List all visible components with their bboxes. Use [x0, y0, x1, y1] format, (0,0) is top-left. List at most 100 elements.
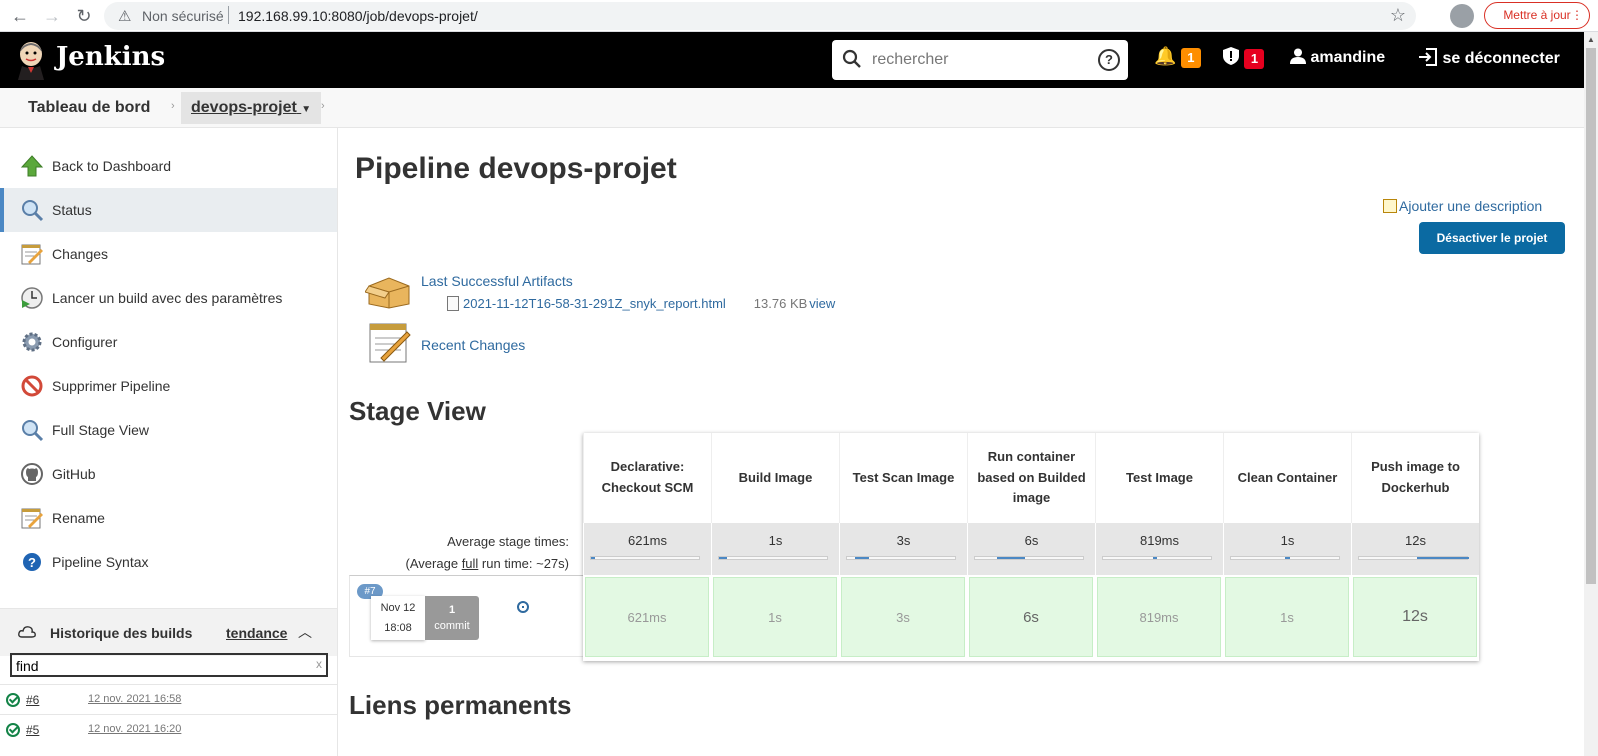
scrollbar-thumb[interactable]	[1586, 48, 1596, 584]
page-title: Pipeline devops-projet	[355, 152, 677, 185]
sidebar-item-status[interactable]: Status	[0, 188, 337, 232]
jenkins-logo-icon[interactable]	[14, 40, 48, 80]
sidebar-item-changes[interactable]: Changes	[0, 232, 337, 276]
sidebar-item-label: Full Stage View	[52, 422, 150, 438]
recent-changes-link[interactable]: Recent Changes	[421, 337, 525, 353]
document-icon	[447, 296, 459, 311]
build-filter-input[interactable]	[16, 657, 296, 675]
artifact-file-row: 2021-11-12T16-58-31-291Z_snyk_report.htm…	[447, 296, 835, 311]
build-number-link[interactable]: #5	[26, 723, 39, 737]
back-arrow-icon[interactable]: ←	[8, 4, 32, 28]
profile-avatar[interactable]	[1450, 4, 1474, 28]
sidebar-item-github[interactable]: GitHub	[0, 452, 337, 496]
scroll-up-icon[interactable]: ▲	[1587, 35, 1595, 44]
search-icon	[842, 49, 861, 68]
main-panel: Pipeline devops-projet Ajouter une descr…	[339, 128, 1584, 756]
artifact-view-link[interactable]: view	[809, 296, 835, 311]
stage-average: 12s	[1351, 523, 1479, 575]
notepad-icon	[369, 323, 411, 363]
stage-cell-success[interactable]: 3s	[841, 577, 965, 657]
stage-cell-success[interactable]: 819ms	[1097, 577, 1221, 657]
security-button[interactable]: 1	[1222, 46, 1265, 69]
stage-average-time: 819ms	[1139, 533, 1180, 548]
add-description-label: Ajouter une description	[1399, 198, 1543, 214]
url-text[interactable]: 192.168.99.10:8080/job/devops-projet/	[238, 8, 478, 24]
sidebar-item-full-stage-view[interactable]: Full Stage View	[0, 408, 337, 452]
arrow-up-icon	[20, 155, 44, 177]
chevron-right-icon: ›	[171, 100, 175, 112]
svg-text:?: ?	[28, 555, 36, 570]
success-check-icon	[6, 693, 20, 707]
sidebar-item-pipeline-syntax[interactable]: ? Pipeline Syntax	[0, 540, 337, 584]
build-commit-card[interactable]: 1 commit	[425, 596, 479, 640]
breadcrumb-dashboard[interactable]: Tableau de bord	[28, 99, 150, 117]
disable-project-button[interactable]: Désactiver le projet	[1419, 222, 1565, 254]
clear-filter-icon[interactable]: x	[316, 657, 322, 671]
search-icon	[22, 420, 44, 442]
notepad-icon	[21, 508, 43, 529]
stage-average-time: 3s	[896, 533, 911, 548]
sidebar-item-configure[interactable]: Configurer	[0, 320, 337, 364]
bookmark-star-icon[interactable]: ☆	[1390, 5, 1406, 26]
stage-cell-success[interactable]: 12s	[1353, 577, 1477, 657]
build-date-card: Nov 12 18:08	[371, 596, 425, 640]
sidebar-item-label: Status	[52, 202, 92, 218]
collapse-caret-icon[interactable]: ︿	[298, 622, 312, 642]
sidebar-item-build-with-parameters[interactable]: Lancer un build avec des paramètres	[0, 276, 337, 320]
user-icon	[1290, 48, 1306, 64]
build-filter[interactable]: x	[10, 653, 328, 677]
logout-label: se déconnecter	[1442, 50, 1560, 67]
stage-average: 1s	[711, 523, 839, 575]
page-scrollbar[interactable]: ▲	[1584, 32, 1598, 756]
avg-full-prefix: (Average	[405, 556, 462, 571]
browser-update-label: Mettre à jour	[1503, 8, 1571, 22]
stage-average-bar	[1358, 556, 1469, 560]
jenkins-brand[interactable]: Jenkins	[56, 42, 165, 72]
browser-toolbar: ← → ↻ ⚠ Non sécurisé 192.168.99.10:8080/…	[0, 0, 1598, 32]
search-box[interactable]: ?	[832, 40, 1128, 80]
search-icon	[22, 200, 44, 222]
trend-link[interactable]: tendance	[226, 625, 287, 641]
browser-update-button[interactable]: Mettre à jour ⋮	[1484, 2, 1590, 29]
sidebar-item-delete-pipeline[interactable]: Supprimer Pipeline	[0, 364, 337, 408]
stage-cell-success[interactable]: 6s	[969, 577, 1093, 657]
build-info-icon[interactable]	[517, 601, 529, 613]
build-number-link[interactable]: #6	[26, 693, 39, 707]
chevron-right-icon: ›	[321, 100, 325, 112]
caret-down-icon[interactable]: ▼	[301, 104, 311, 115]
sidebar-item-label: Changes	[52, 246, 109, 262]
user-menu[interactable]: amandine	[1290, 48, 1385, 67]
stage-cell-success[interactable]: 1s	[1225, 577, 1349, 657]
stage-view-title: Stage View	[349, 396, 486, 426]
last-successful-artifacts-link[interactable]: Last Successful Artifacts	[421, 273, 573, 289]
stage-cell-success[interactable]: 1s	[713, 577, 837, 657]
build-date-link[interactable]: 12 nov. 2021 16:20	[88, 723, 181, 735]
stage-header: Test Image	[1095, 433, 1223, 523]
address-bar[interactable]: ⚠ Non sécurisé 192.168.99.10:8080/job/de…	[104, 2, 1416, 30]
sidebar-item-back-to-dashboard[interactable]: Back to Dashboard	[0, 144, 337, 188]
search-input[interactable]	[872, 48, 1082, 72]
artifact-file-link[interactable]: 2021-11-12T16-58-31-291Z_snyk_report.htm…	[463, 296, 726, 311]
notifications-button[interactable]: 🔔 1	[1154, 46, 1201, 68]
stage-average-bar	[846, 556, 956, 560]
clock-play-icon	[21, 287, 43, 309]
package-icon	[365, 277, 410, 309]
logout-button[interactable]: se déconnecter	[1418, 48, 1560, 68]
stage-average-bar	[590, 556, 700, 560]
stage-average: 1s	[1223, 523, 1351, 575]
success-check-icon	[6, 723, 20, 737]
full-run-link[interactable]: full	[462, 556, 479, 571]
stage-header: Clean Container	[1223, 433, 1351, 523]
sidebar-item-label: Supprimer Pipeline	[52, 378, 171, 394]
reload-icon[interactable]: ↻	[72, 4, 96, 28]
help-icon[interactable]: ?	[1098, 49, 1120, 71]
sidebar-item-rename[interactable]: Rename	[0, 496, 337, 540]
average-stage-times-label: Average stage times:	[447, 534, 569, 549]
forward-arrow-icon[interactable]: →	[40, 4, 64, 28]
breadcrumb-project[interactable]: devops-projet ▼	[181, 92, 322, 124]
stage-average: 819ms	[1095, 523, 1223, 575]
stage-cell-success[interactable]: 621ms	[585, 577, 709, 657]
add-description-link[interactable]: Ajouter une description	[1383, 198, 1542, 214]
build-date-link[interactable]: 12 nov. 2021 16:58	[88, 693, 181, 705]
logout-icon	[1419, 48, 1437, 66]
